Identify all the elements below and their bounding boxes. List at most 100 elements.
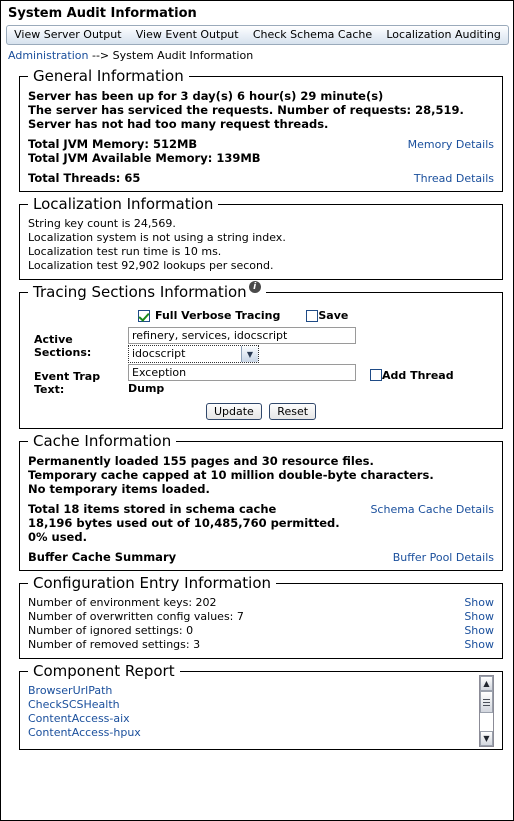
cache-information-legend: Cache Information xyxy=(33,432,172,450)
section-select[interactable]: idocscript ▼ xyxy=(128,345,259,363)
buffer-cache-row: Buffer Cache Summary Buffer Pool Details xyxy=(28,550,494,564)
tab-check-schema-cache[interactable]: Check Schema Cache xyxy=(246,26,380,44)
configuration-entry-section: Configuration Entry Information Number o… xyxy=(19,574,503,659)
total-threads-row: Total Threads: 65 Thread Details xyxy=(28,171,494,185)
localization-line: Localization test run time is 10 ms. xyxy=(28,245,222,258)
total-threads-text: Total Threads: 65 xyxy=(28,171,141,185)
active-sections-input[interactable] xyxy=(128,327,356,344)
localization-line: Localization test 92,902 lookups per sec… xyxy=(28,259,274,272)
configuration-entry-legend: Configuration Entry Information xyxy=(33,574,272,592)
add-thread-group: Add Thread xyxy=(370,364,454,382)
save-label: Save xyxy=(318,309,349,322)
tab-localization-auditing[interactable]: Localization Auditing xyxy=(379,26,508,44)
component-report-scrollbar[interactable]: ▲ ▼ xyxy=(479,675,494,747)
schema-cache-details-link[interactable]: Schema Cache Details xyxy=(370,503,494,516)
active-sections-controls: idocscript ▼ xyxy=(128,327,356,363)
component-report-section: Component Report BrowserUrlPath CheckSCS… xyxy=(19,662,503,750)
active-sections-row: Active Sections: idocscript ▼ xyxy=(28,327,494,363)
config-row: Number of ignored settings: 0 Show xyxy=(28,624,494,638)
event-trap-controls: Dump xyxy=(128,364,356,395)
jvm-memory-row: Total JVM Memory: 512MB Memory Details xyxy=(28,137,494,151)
tab-bar: View Server Output View Event Output Che… xyxy=(6,25,509,45)
show-link[interactable]: Show xyxy=(464,610,494,624)
add-thread-checkbox[interactable] xyxy=(370,369,382,381)
event-trap-row: Event Trap Text: Dump Add Thread xyxy=(28,364,494,396)
memory-details-link[interactable]: Memory Details xyxy=(408,138,494,151)
schema-percent-text: 0% used. xyxy=(28,530,87,544)
scrollbar-track[interactable] xyxy=(480,691,493,731)
breadcrumb-separator: --> xyxy=(88,49,113,62)
server-uptime-text: Server has been up for 3 day(s) 6 hour(s… xyxy=(28,89,384,103)
component-report-body: BrowserUrlPath CheckSCSHealth ContentAcc… xyxy=(28,675,494,747)
no-temp-items-text: No temporary items loaded. xyxy=(28,482,210,496)
config-row-text: Number of ignored settings: 0 xyxy=(28,624,194,637)
full-verbose-tracing-checkbox[interactable] xyxy=(138,309,150,322)
update-button[interactable]: Update xyxy=(205,403,262,420)
available-jvm-memory-text: Total JVM Available Memory: 139MB xyxy=(28,151,261,165)
breadcrumb-link-administration[interactable]: Administration xyxy=(8,49,89,62)
localization-information-legend: Localization Information xyxy=(33,195,214,213)
config-row-text: Number of overwritten config values: 7 xyxy=(28,610,244,623)
tracing-checkbox-row: Full Verbose Tracing Save xyxy=(138,309,494,322)
list-item[interactable]: ContentAccess-aix xyxy=(28,712,473,726)
tracing-form: Full Verbose Tracing Save Active Section… xyxy=(28,305,494,422)
event-trap-label: Event Trap Text: xyxy=(28,364,128,396)
general-information-section: General Information Server has been up f… xyxy=(19,67,503,192)
tracing-sections-legend: Tracing Sections Information i xyxy=(28,281,266,301)
tracing-sections-legend-text: Tracing Sections Information xyxy=(33,283,247,301)
breadcrumb: Administration --> System Audit Informat… xyxy=(1,45,513,64)
config-row: Number of overwritten config values: 7 S… xyxy=(28,610,494,624)
buffer-pool-details-link[interactable]: Buffer Pool Details xyxy=(393,551,494,564)
chevron-up-icon[interactable]: ▲ xyxy=(480,676,493,691)
cache-information-section: Cache Information Permanently loaded 155… xyxy=(19,432,503,571)
thread-details-link[interactable]: Thread Details xyxy=(414,172,494,185)
localization-information-section: Localization Information String key coun… xyxy=(19,195,503,280)
tab-view-event-output[interactable]: View Event Output xyxy=(129,26,246,44)
active-sections-label: Active Sections: xyxy=(34,333,92,359)
component-list: BrowserUrlPath CheckSCSHealth ContentAcc… xyxy=(28,684,473,747)
full-verbose-tracing-label: Full Verbose Tracing xyxy=(155,309,281,322)
grip-icon xyxy=(483,698,490,706)
general-information-legend: General Information xyxy=(33,67,184,85)
schema-items-text: Total 18 items stored in schema cache xyxy=(28,502,277,516)
reset-button[interactable]: Reset xyxy=(269,403,317,420)
tracing-sections-section: Tracing Sections Information i Full Verbo… xyxy=(19,281,503,429)
config-row: Number of removed settings: 3 Show xyxy=(28,638,494,652)
localization-line: Localization system is not using a strin… xyxy=(28,231,286,244)
add-thread-label: Add Thread xyxy=(382,369,454,382)
section-select-value: idocscript xyxy=(132,347,186,360)
tab-view-server-output[interactable]: View Server Output xyxy=(7,26,129,44)
tracing-button-row: Update Reset xyxy=(28,403,494,420)
config-row-text: Number of removed settings: 3 xyxy=(28,638,201,651)
event-trap-label-line1: Event Trap xyxy=(34,370,101,383)
page-title: System Audit Information xyxy=(8,6,197,21)
info-icon[interactable]: i xyxy=(248,281,261,293)
system-audit-page: System Audit Information View Server Out… xyxy=(0,0,514,821)
show-link[interactable]: Show xyxy=(464,624,494,638)
temp-cache-cap-text: Temporary cache capped at 10 million dou… xyxy=(28,468,434,482)
config-row: Number of environment keys: 202 Show xyxy=(28,596,494,610)
schema-cache-row: Total 18 items stored in schema cache Sc… xyxy=(28,502,494,516)
chevron-down-icon[interactable]: ▼ xyxy=(241,346,258,362)
server-threads-status-text: Server has not had too many request thre… xyxy=(28,117,329,131)
server-requests-text: The server has serviced the requests. Nu… xyxy=(28,103,464,117)
event-trap-label-line2: Text: xyxy=(34,383,65,396)
save-checkbox[interactable] xyxy=(306,309,319,322)
show-link[interactable]: Show xyxy=(464,596,494,610)
total-jvm-memory-text: Total JVM Memory: 512MB xyxy=(28,137,198,151)
scrollbar-thumb[interactable] xyxy=(480,691,493,713)
list-item[interactable]: BrowserUrlPath xyxy=(28,684,473,698)
config-row-text: Number of environment keys: 202 xyxy=(28,596,217,609)
list-item[interactable]: CheckSCSHealth xyxy=(28,698,473,712)
chevron-down-icon[interactable]: ▼ xyxy=(480,731,493,746)
breadcrumb-current: System Audit Information xyxy=(112,49,254,62)
show-link[interactable]: Show xyxy=(464,638,494,652)
event-trap-text-input[interactable] xyxy=(128,364,356,381)
permanently-loaded-text: Permanently loaded 155 pages and 30 reso… xyxy=(28,454,374,468)
component-report-legend: Component Report xyxy=(33,662,175,680)
localization-line: String key count is 24,569. xyxy=(28,217,176,230)
list-item[interactable]: ContentAccess-hpux xyxy=(28,726,473,740)
dump-label: Dump xyxy=(128,382,165,395)
buffer-cache-summary-text: Buffer Cache Summary xyxy=(28,550,177,564)
schema-bytes-text: 18,196 bytes used out of 10,485,760 perm… xyxy=(28,516,340,530)
